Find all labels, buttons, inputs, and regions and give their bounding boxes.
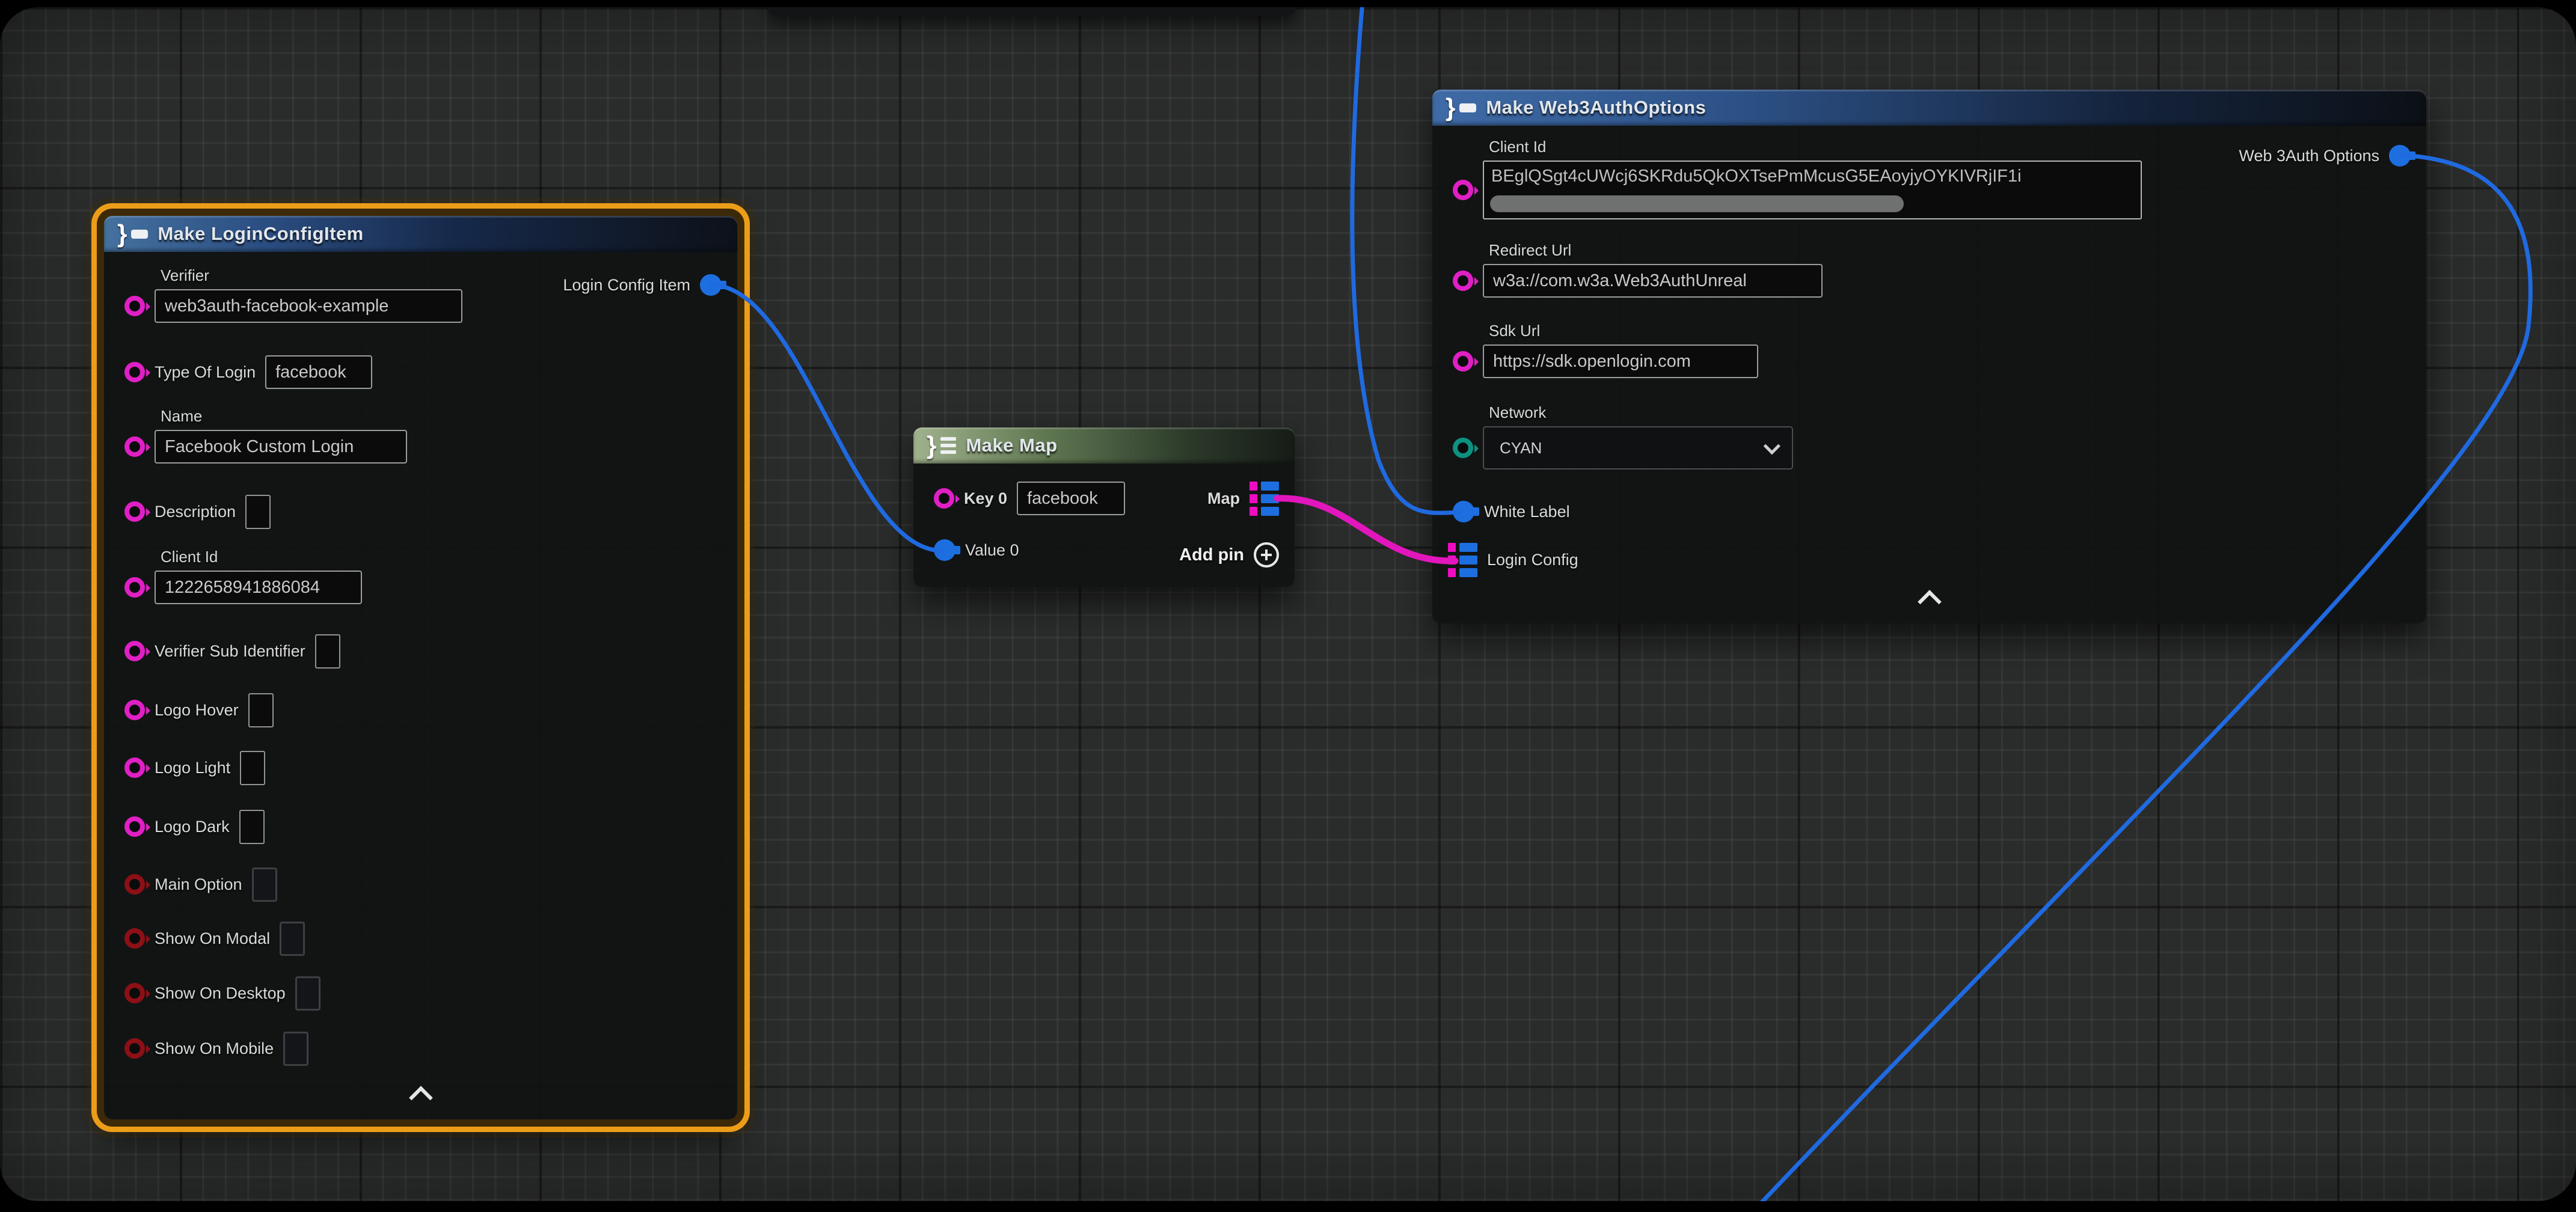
- bool-pin[interactable]: [124, 928, 145, 949]
- field-show-on-modal: Show On Modal: [124, 920, 305, 956]
- horizontal-scrollbar[interactable]: [1490, 195, 1904, 212]
- field-verifier: Verifier: [124, 266, 462, 323]
- description-input[interactable]: [245, 495, 271, 529]
- logo-light-input[interactable]: [240, 751, 265, 785]
- collapse-chevron-icon[interactable]: [409, 1086, 433, 1110]
- field-sdk-url: Sdk Url: [1453, 322, 1758, 378]
- main-option-checkbox[interactable]: [252, 868, 277, 902]
- field-label: Client Id: [1489, 138, 2142, 156]
- string-pin[interactable]: [124, 577, 145, 598]
- show-on-desktop-checkbox[interactable]: [295, 976, 320, 1011]
- string-pin[interactable]: [124, 641, 145, 661]
- chevron-down-icon: [1764, 438, 1780, 454]
- string-pin[interactable]: [124, 296, 145, 316]
- wire-map-to-loginconfig[interactable]: [1277, 498, 1455, 561]
- string-pin[interactable]: [124, 758, 145, 778]
- field-client-id: Client Id: [124, 548, 362, 604]
- field-logo-light: Logo Light: [124, 750, 265, 786]
- field-label: Network: [1489, 403, 1793, 422]
- node-make-web3authoptions[interactable]: } Make Web3AuthOptions Web 3Auth Options…: [1432, 90, 2426, 623]
- field-name: Name: [124, 407, 407, 464]
- field-label: Sdk Url: [1489, 322, 1758, 340]
- field-value-0: Value 0: [934, 532, 1019, 568]
- string-pin[interactable]: [124, 700, 145, 720]
- add-pin-button[interactable]: Add pin: [1179, 537, 1279, 573]
- node-header[interactable]: } Make Web3AuthOptions: [1432, 90, 2426, 126]
- output-pin-struct[interactable]: [700, 274, 722, 296]
- wire-loginconfigitem-to-value0[interactable]: [711, 285, 942, 551]
- string-pin[interactable]: [124, 436, 145, 457]
- logo-dark-input[interactable]: [239, 810, 265, 844]
- make-struct-icon: }: [1446, 96, 1476, 120]
- client-id-input[interactable]: [155, 571, 362, 604]
- show-on-mobile-checkbox[interactable]: [283, 1032, 308, 1066]
- field-login-config: Login Config: [1448, 542, 1578, 578]
- field-white-label: White Label: [1453, 494, 1570, 530]
- output-login-config-item: Login Config Item: [563, 267, 722, 303]
- bool-pin[interactable]: [124, 874, 145, 895]
- output-map: Map: [1207, 480, 1279, 516]
- show-on-modal-checkbox[interactable]: [280, 922, 305, 956]
- string-pin[interactable]: [934, 488, 954, 509]
- field-label: Redirect Url: [1489, 241, 1823, 260]
- redirect-url-input[interactable]: [1483, 264, 1823, 298]
- network-dropdown[interactable]: CYAN: [1483, 426, 1793, 470]
- field-description: Description: [124, 494, 271, 530]
- string-pin[interactable]: [1453, 180, 1473, 200]
- offscreen-node-bottom-edge[interactable]: [768, 7, 1296, 16]
- bool-pin[interactable]: [124, 983, 145, 1003]
- collapse-chevron-icon[interactable]: [1918, 590, 1942, 614]
- field-main-option: Main Option: [124, 866, 277, 902]
- output-pin-struct[interactable]: [2389, 145, 2411, 167]
- field-show-on-mobile: Show On Mobile: [124, 1030, 308, 1067]
- verifier-input[interactable]: [155, 289, 462, 323]
- string-pin[interactable]: [1453, 351, 1473, 372]
- field-label: Verifier: [161, 266, 462, 285]
- string-pin[interactable]: [124, 501, 145, 522]
- field-client-id: Client Id BEglQSgt4cUWcj6SKRdu5QkOXTsePm…: [1453, 138, 2142, 219]
- string-pin[interactable]: [1453, 271, 1473, 291]
- output-web3auth-options: Web 3Auth Options: [2239, 138, 2411, 174]
- node-title: Make LoginConfigItem: [158, 223, 363, 245]
- blueprint-editor: } Make LoginConfigItem Login Config Item…: [0, 0, 2576, 1212]
- enum-pin[interactable]: [1453, 438, 1473, 458]
- field-network: Network CYAN: [1453, 403, 1793, 470]
- type-of-login-input[interactable]: [265, 355, 372, 389]
- node-header[interactable]: } Make LoginConfigItem: [104, 216, 737, 252]
- node-make-loginconfigitem[interactable]: } Make LoginConfigItem Login Config Item…: [104, 216, 737, 1119]
- name-input[interactable]: [155, 430, 407, 464]
- string-pin[interactable]: [124, 816, 145, 837]
- bool-pin[interactable]: [124, 1038, 145, 1059]
- field-type-of-login: Type Of Login: [124, 354, 372, 390]
- field-label: Name: [161, 407, 407, 426]
- field-redirect-url: Redirect Url: [1453, 241, 1823, 298]
- verifier-sub-identifier-input[interactable]: [315, 634, 340, 669]
- node-make-map[interactable]: } Make Map Key 0 Map Value 0 Add pin: [913, 427, 1295, 587]
- field-key-0: Key 0: [934, 480, 1125, 516]
- field-verifier-sub-identifier: Verifier Sub Identifier: [124, 633, 340, 669]
- field-logo-dark: Logo Dark: [124, 809, 265, 845]
- field-show-on-desktop: Show On Desktop: [124, 975, 320, 1011]
- make-struct-icon: }: [117, 222, 148, 246]
- key-0-input[interactable]: [1017, 482, 1125, 515]
- field-logo-hover: Logo Hover: [124, 692, 274, 728]
- logo-hover-input[interactable]: [248, 693, 274, 727]
- string-pin[interactable]: [124, 362, 145, 382]
- map-pin[interactable]: [1250, 482, 1279, 516]
- node-title: Make Web3AuthOptions: [1486, 97, 1706, 118]
- login-config-map-pin[interactable]: [1448, 543, 1477, 577]
- node-title: Make Map: [966, 435, 1057, 456]
- value-0-pin[interactable]: [934, 539, 955, 561]
- white-label-pin[interactable]: [1453, 501, 1474, 522]
- field-label: Client Id: [161, 548, 362, 566]
- make-map-icon: }: [927, 433, 956, 458]
- graph-canvas[interactable]: } Make LoginConfigItem Login Config Item…: [0, 7, 2576, 1201]
- client-id-textarea[interactable]: BEglQSgt4cUWcj6SKRdu5QkOXTsePmMcusG5EAoy…: [1483, 161, 2142, 219]
- node-header[interactable]: } Make Map: [913, 427, 1295, 464]
- sdk-url-input[interactable]: [1483, 344, 1758, 378]
- plus-circle-icon: [1254, 542, 1279, 568]
- output-pin-label: Login Config Item: [563, 276, 690, 295]
